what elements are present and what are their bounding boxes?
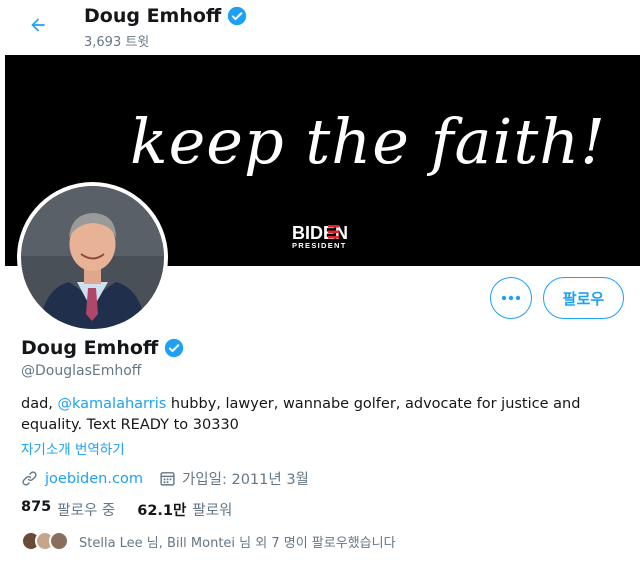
avatar-photo bbox=[21, 186, 164, 329]
translate-bio-link[interactable]: 자기소개 번역하기 bbox=[21, 438, 125, 458]
following-label: 팔로우 중 bbox=[57, 503, 116, 519]
banner-logo-sub: PRESIDENT bbox=[292, 241, 347, 250]
banner-script-text: keep the faith! bbox=[130, 105, 606, 178]
follow-stats: 875 팔로우 중 62.1만 팔로워 bbox=[21, 499, 232, 520]
profile-header: Doug Emhoff 3,693 트윗 bbox=[0, 0, 640, 55]
back-button[interactable] bbox=[18, 8, 58, 42]
followed-by-text: Stella Lee 님, Bill Montei 님 외 7 명이 팔로우했습… bbox=[79, 535, 396, 551]
profile-handle: @DouglasEmhoff bbox=[21, 363, 142, 379]
follow-button[interactable]: 팔로우 bbox=[543, 277, 624, 319]
verified-badge-icon bbox=[228, 6, 247, 26]
website-link[interactable]: joebiden.com bbox=[45, 471, 143, 487]
tweet-count: 3,693 트윗 bbox=[84, 35, 150, 50]
more-dots-icon bbox=[501, 295, 521, 301]
calendar-icon bbox=[160, 472, 175, 486]
verified-badge-icon bbox=[165, 338, 184, 358]
following-count: 875 bbox=[21, 499, 52, 515]
followers-label: 팔로워 bbox=[192, 503, 233, 519]
header-name-text: Doug Emhoff bbox=[84, 5, 222, 27]
link-icon bbox=[22, 471, 37, 486]
avatar[interactable] bbox=[17, 182, 168, 333]
follower-avatar bbox=[49, 531, 69, 551]
following-stat[interactable]: 875 팔로우 중 bbox=[21, 499, 115, 520]
followers-stat[interactable]: 62.1만 팔로워 bbox=[137, 499, 232, 520]
followers-count: 62.1만 bbox=[137, 503, 187, 519]
profile-meta: joebiden.com 가입일: 2011년 3월 bbox=[21, 468, 309, 489]
banner-logo-main: BIDEN bbox=[292, 223, 348, 243]
profile-name: Doug Emhoff bbox=[21, 337, 184, 359]
profile-bio: dad, @kamalaharris hubby, lawyer, wannab… bbox=[21, 394, 621, 436]
more-options-button[interactable] bbox=[490, 277, 532, 319]
bio-prefix: dad, bbox=[21, 396, 58, 412]
bio-mention-link[interactable]: @kamalaharris bbox=[58, 396, 167, 412]
join-date-text: 가입일: 2011년 3월 bbox=[181, 472, 309, 488]
back-arrow-icon bbox=[31, 18, 45, 32]
header-title: Doug Emhoff bbox=[84, 5, 247, 27]
join-date: 가입일: 2011년 3월 bbox=[159, 468, 309, 489]
follower-avatars bbox=[21, 531, 69, 551]
profile-name-text: Doug Emhoff bbox=[21, 337, 159, 359]
followed-by[interactable]: Stella Lee 님, Bill Montei 님 외 7 명이 팔로우했습… bbox=[21, 531, 396, 551]
